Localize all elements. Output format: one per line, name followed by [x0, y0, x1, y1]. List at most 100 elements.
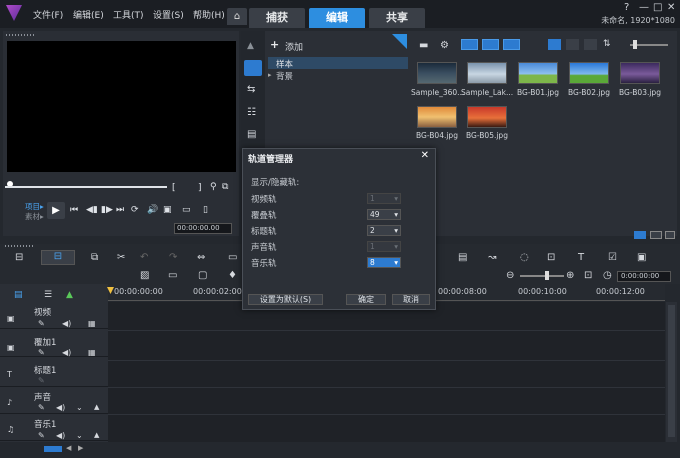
- overlay-track-select[interactable]: 49 ▾: [367, 209, 401, 220]
- zoom-in-icon[interactable]: ⊕: [566, 270, 574, 281]
- aspect-icon[interactable]: ▭: [182, 205, 191, 215]
- help-icon[interactable]: ?: [624, 2, 629, 13]
- record-icon[interactable]: ▭: [228, 252, 237, 263]
- mark-in-icon[interactable]: [: [172, 183, 176, 193]
- mute-icon[interactable]: ◀): [62, 319, 71, 328]
- folder-icon[interactable]: ▬: [419, 40, 428, 51]
- prev-frame-icon[interactable]: ◀▮: [86, 205, 98, 215]
- text-icon[interactable]: T: [578, 252, 584, 263]
- edit-pen-icon[interactable]: ✎: [38, 403, 45, 412]
- thumbnail-5[interactable]: [620, 62, 660, 84]
- volume-icon[interactable]: 🔊: [147, 205, 158, 215]
- zoom-handle[interactable]: [545, 271, 549, 280]
- timeline-zoom-indicator[interactable]: [44, 446, 62, 452]
- title-icon[interactable]: ☷: [247, 107, 256, 118]
- tree-item-samples[interactable]: 样本: [276, 58, 293, 70]
- graphic-icon[interactable]: ▤: [247, 129, 256, 140]
- play-button[interactable]: ▶: [47, 202, 65, 219]
- check-icon[interactable]: ☑: [608, 252, 617, 263]
- media-icon[interactable]: [244, 60, 262, 76]
- ripple-up-icon[interactable]: ▲: [94, 431, 99, 439]
- scrubber-bar[interactable]: [5, 186, 167, 188]
- ripple-icon[interactable]: ▦: [88, 319, 96, 328]
- close-icon[interactable]: ✕: [667, 2, 675, 13]
- tools-icon[interactable]: ✂: [117, 252, 125, 263]
- add-track-icon[interactable]: ▲: [66, 290, 73, 300]
- edit-icon[interactable]: [665, 231, 675, 239]
- sort-icon[interactable]: ⇅: [603, 39, 611, 49]
- filter-video-icon[interactable]: [461, 39, 478, 50]
- mix-icon[interactable]: ▭: [168, 270, 177, 281]
- library-layout-icon[interactable]: [650, 231, 662, 239]
- panel-grip[interactable]: [5, 245, 33, 247]
- scroll-right-icon[interactable]: ▶: [78, 444, 83, 452]
- cut-clip-icon[interactable]: ⚲: [210, 182, 217, 192]
- scene-icon[interactable]: ▢: [198, 270, 207, 281]
- menu-edit[interactable]: 编辑(E): [73, 8, 104, 21]
- track-icon[interactable]: ⊡: [547, 252, 555, 263]
- home-start-icon[interactable]: ⏮: [70, 205, 78, 215]
- menu-tools[interactable]: 工具(T): [113, 8, 144, 21]
- hd-icon[interactable]: ▣: [163, 205, 172, 215]
- zoom-out-icon[interactable]: ⊖: [506, 270, 514, 281]
- fit-project-icon[interactable]: ⊡: [584, 270, 592, 281]
- clock-icon[interactable]: ◷: [603, 270, 612, 281]
- set-default-button[interactable]: 设置为默认(S): [248, 294, 323, 305]
- thumbnail-2[interactable]: [467, 62, 507, 84]
- add-button[interactable]: 添加: [285, 40, 303, 53]
- cancel-button[interactable]: 取消: [392, 294, 430, 305]
- chevron-right-icon[interactable]: ▸: [268, 71, 272, 79]
- clip-mode[interactable]: 素材▸: [25, 211, 44, 222]
- copy-icon[interactable]: ⧉: [91, 252, 98, 263]
- music-track-select[interactable]: 8 ▾: [367, 257, 401, 268]
- zoom-slider[interactable]: [520, 275, 564, 277]
- maximize-icon[interactable]: □: [653, 2, 662, 13]
- ripple-up-icon[interactable]: ▲: [94, 403, 99, 411]
- minimize-icon[interactable]: —: [639, 2, 649, 13]
- split-icon[interactable]: ⧉: [222, 182, 228, 192]
- menu-file[interactable]: 文件(F): [33, 8, 63, 21]
- track-manager-icon[interactable]: ▤: [14, 290, 23, 300]
- panel-grip[interactable]: [6, 34, 34, 36]
- mask-icon[interactable]: ◌: [520, 252, 529, 263]
- home-icon[interactable]: ⌂: [227, 8, 247, 25]
- track-list-icon[interactable]: ☰: [44, 290, 52, 300]
- tree-item-backgrounds[interactable]: 背景: [276, 70, 293, 82]
- microphone-icon[interactable]: ♦: [228, 270, 237, 281]
- edit-pen-icon[interactable]: ✎: [38, 319, 45, 328]
- auto-music-icon[interactable]: ▨: [140, 270, 149, 281]
- mark-out-icon[interactable]: ]: [198, 183, 202, 193]
- undo-icon[interactable]: ↶: [140, 252, 148, 263]
- storyboard-view-icon[interactable]: ⊟: [15, 252, 23, 263]
- show-options-icon[interactable]: [634, 231, 646, 239]
- view-thumbnail-icon[interactable]: [548, 39, 561, 50]
- tab-edit[interactable]: 编辑: [309, 8, 365, 28]
- chevron-down-icon[interactable]: ⌄: [76, 403, 83, 412]
- subtitle-icon[interactable]: ▣: [637, 252, 646, 263]
- repeat-icon[interactable]: ⟳: [131, 205, 139, 215]
- add-icon[interactable]: +: [270, 38, 279, 51]
- view-list-icon[interactable]: [566, 39, 579, 50]
- mute-icon[interactable]: ◀): [56, 403, 65, 412]
- next-frame-icon[interactable]: ▮▶: [101, 205, 113, 215]
- mute-icon[interactable]: ◀): [56, 431, 65, 440]
- redo-icon[interactable]: ↷: [169, 252, 177, 263]
- preview-timecode[interactable]: 00:00:00.00: [174, 223, 232, 234]
- view-detail-icon[interactable]: [584, 39, 597, 50]
- scrollbar-thumb[interactable]: [668, 305, 675, 437]
- menu-settings[interactable]: 设置(S): [153, 8, 184, 21]
- mute-icon[interactable]: ◀): [62, 348, 71, 357]
- timeline-view-icon[interactable]: ⊟: [41, 250, 75, 265]
- track-area[interactable]: [108, 302, 665, 442]
- edit-pen-icon[interactable]: ✎: [38, 431, 45, 440]
- timeline-timecode[interactable]: 0:00:00:00: [617, 271, 671, 282]
- fit-icon[interactable]: ⇔: [197, 252, 205, 263]
- enlarge-icon[interactable]: ▯: [203, 205, 208, 215]
- title-track-select[interactable]: 2 ▾: [367, 225, 401, 236]
- filter-audio-icon[interactable]: [503, 39, 520, 50]
- thumbnail-1[interactable]: [417, 62, 457, 84]
- tab-share[interactable]: 共享: [369, 8, 425, 28]
- scroll-left-icon[interactable]: ◀: [66, 444, 71, 452]
- edit-pen-icon[interactable]: ✎: [38, 376, 45, 385]
- dialog-close-icon[interactable]: ✕: [421, 150, 429, 161]
